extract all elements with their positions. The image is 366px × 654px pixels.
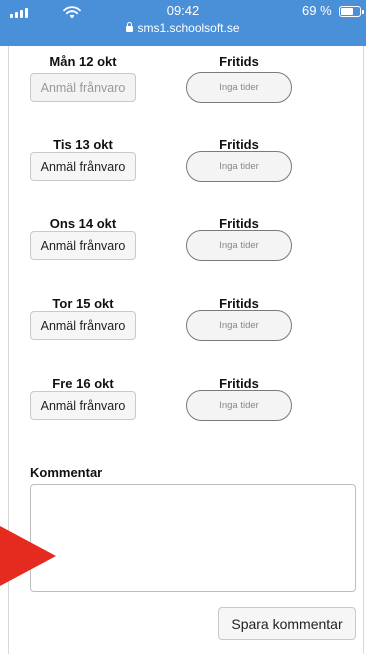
- day-label: Mån 12 okt: [49, 54, 117, 69]
- day-label: Tis 13 okt: [53, 137, 113, 152]
- no-times-button[interactable]: Inga tider: [186, 230, 292, 261]
- report-absence-button[interactable]: Anmäl frånvaro: [30, 231, 136, 260]
- comment-textarea[interactable]: [30, 484, 356, 592]
- day-row: Tis 13 okt Fritids Anmäl frånvaro Inga t…: [0, 135, 366, 195]
- no-times-button[interactable]: Inga tider: [186, 72, 292, 103]
- status-bar: 09:42 sms1.schoolsoft.se 69 %: [0, 0, 366, 46]
- battery-fill: [341, 8, 354, 15]
- day-label: Tor 15 okt: [52, 296, 114, 311]
- fritids-label: Fritids: [219, 296, 259, 311]
- lock-icon: [126, 22, 134, 32]
- day-row: Fre 16 okt Fritids Anmäl frånvaro Inga t…: [0, 374, 366, 434]
- red-arrow-icon: [0, 526, 56, 586]
- day-row: Mån 12 okt Fritids Anmäl frånvaro Inga t…: [0, 52, 366, 112]
- report-absence-button[interactable]: Anmäl frånvaro: [30, 152, 136, 181]
- day-row: Tor 15 okt Fritids Anmäl frånvaro Inga t…: [0, 294, 366, 354]
- fritids-label: Fritids: [219, 137, 259, 152]
- no-times-button[interactable]: Inga tider: [186, 390, 292, 421]
- save-comment-button[interactable]: Spara kommentar: [218, 607, 356, 640]
- address-url: sms1.schoolsoft.se: [137, 21, 240, 35]
- report-absence-button[interactable]: Anmäl frånvaro: [30, 391, 136, 420]
- battery-icon: [339, 6, 364, 17]
- battery-percentage: 69 %: [302, 3, 332, 18]
- comment-label: Kommentar: [30, 465, 103, 480]
- fritids-label: Fritids: [219, 376, 259, 391]
- no-times-button[interactable]: Inga tider: [186, 310, 292, 341]
- report-absence-button[interactable]: Anmäl frånvaro: [30, 311, 136, 340]
- fritids-label: Fritids: [219, 216, 259, 231]
- day-row: Ons 14 okt Fritids Anmäl frånvaro Inga t…: [0, 214, 366, 274]
- no-times-button[interactable]: Inga tider: [186, 151, 292, 182]
- day-label: Ons 14 okt: [49, 216, 117, 231]
- fritids-label: Fritids: [219, 54, 259, 69]
- report-absence-button[interactable]: Anmäl frånvaro: [30, 73, 136, 102]
- day-label: Fre 16 okt: [52, 376, 114, 391]
- address-bar[interactable]: sms1.schoolsoft.se: [0, 21, 366, 35]
